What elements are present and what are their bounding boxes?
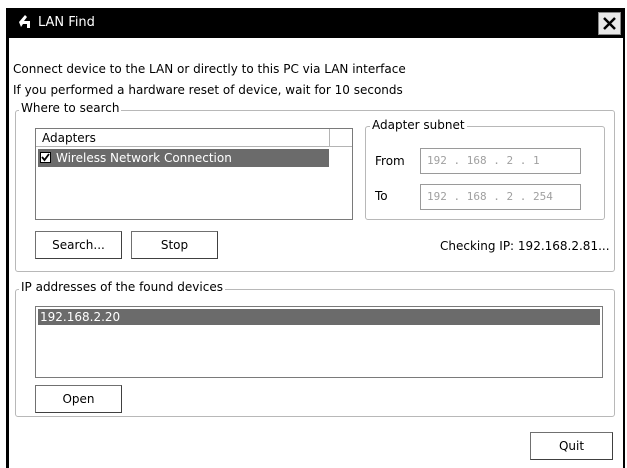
adapters-column-header[interactable]: Adapters: [36, 129, 352, 147]
dialog-body: Connect device to the LAN or directly to…: [9, 38, 623, 468]
info-line-2: If you performed a hardware reset of dev…: [13, 83, 403, 97]
to-ip-field[interactable]: 192 . 168 . 2 . 254: [420, 184, 581, 210]
column-separator: [329, 129, 330, 147]
close-button[interactable]: [598, 12, 621, 35]
found-devices-list[interactable]: 192.168.2.20: [35, 306, 603, 378]
from-label: From: [375, 154, 405, 168]
adapters-list[interactable]: Adapters Wireless Network Connection: [35, 128, 353, 220]
found-devices-legend: IP addresses of the found devices: [19, 280, 225, 294]
adapter-row[interactable]: Wireless Network Connection: [38, 149, 329, 167]
open-button[interactable]: Open: [35, 385, 122, 413]
found-device-row[interactable]: 192.168.2.20: [38, 309, 600, 325]
app-icon: [19, 15, 30, 28]
stop-button[interactable]: Stop: [131, 231, 218, 259]
checkmark-icon: [41, 153, 50, 162]
close-icon: [603, 17, 616, 30]
where-to-search-legend: Where to search: [19, 101, 122, 115]
info-line-1: Connect device to the LAN or directly to…: [13, 62, 406, 76]
found-device-ip: 192.168.2.20: [40, 310, 121, 324]
adapter-name: Wireless Network Connection: [56, 151, 232, 165]
lan-find-window: LAN Find Connect device to the LAN or di…: [6, 8, 625, 468]
adapter-subnet-legend: Adapter subnet: [370, 118, 467, 132]
adapter-checkbox[interactable]: [40, 152, 51, 163]
search-button[interactable]: Search...: [35, 231, 122, 259]
checking-status: Checking IP: 192.168.2.81...: [440, 239, 610, 253]
window-title: LAN Find: [38, 15, 95, 30]
to-label: To: [375, 189, 388, 203]
quit-button[interactable]: Quit: [530, 432, 613, 460]
from-ip-field[interactable]: 192 . 168 . 2 . 1: [420, 148, 581, 174]
adapters-header-label: Adapters: [42, 131, 96, 145]
title-bar: LAN Find: [6, 8, 625, 38]
